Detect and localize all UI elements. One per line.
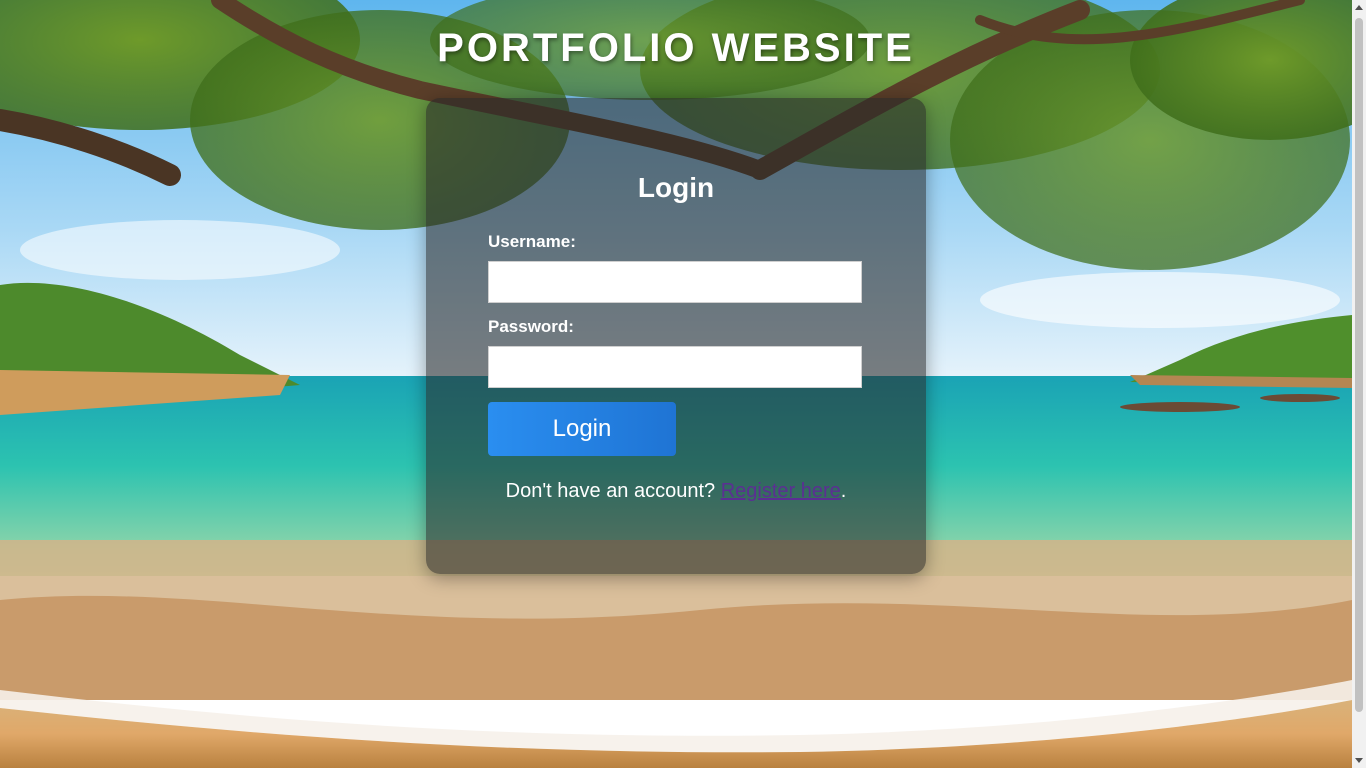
username-input[interactable] (488, 261, 862, 303)
site-title: PORTFOLIO WEBSITE (437, 26, 915, 70)
register-prompt-line: Don't have an account? Register here. (426, 480, 926, 503)
login-card: Login Username: Password: Login Don't ha… (426, 98, 926, 574)
scroll-down-arrow-icon[interactable] (1355, 758, 1363, 763)
vertical-scrollbar[interactable] (1352, 0, 1366, 768)
scrollbar-thumb[interactable] (1355, 18, 1363, 712)
register-link[interactable]: Register here (721, 480, 841, 502)
login-heading: Login (637, 172, 715, 203)
register-prompt-text: Don't have an account? (505, 480, 716, 502)
password-input[interactable] (488, 346, 862, 388)
scroll-up-arrow-icon[interactable] (1355, 5, 1363, 10)
username-label: Username: (488, 232, 576, 251)
password-label: Password: (488, 317, 574, 336)
register-suffix: . (840, 480, 847, 502)
page: PORTFOLIO WEBSITE Login Username: Passwo… (0, 0, 1366, 768)
login-button[interactable]: Login (488, 402, 676, 456)
